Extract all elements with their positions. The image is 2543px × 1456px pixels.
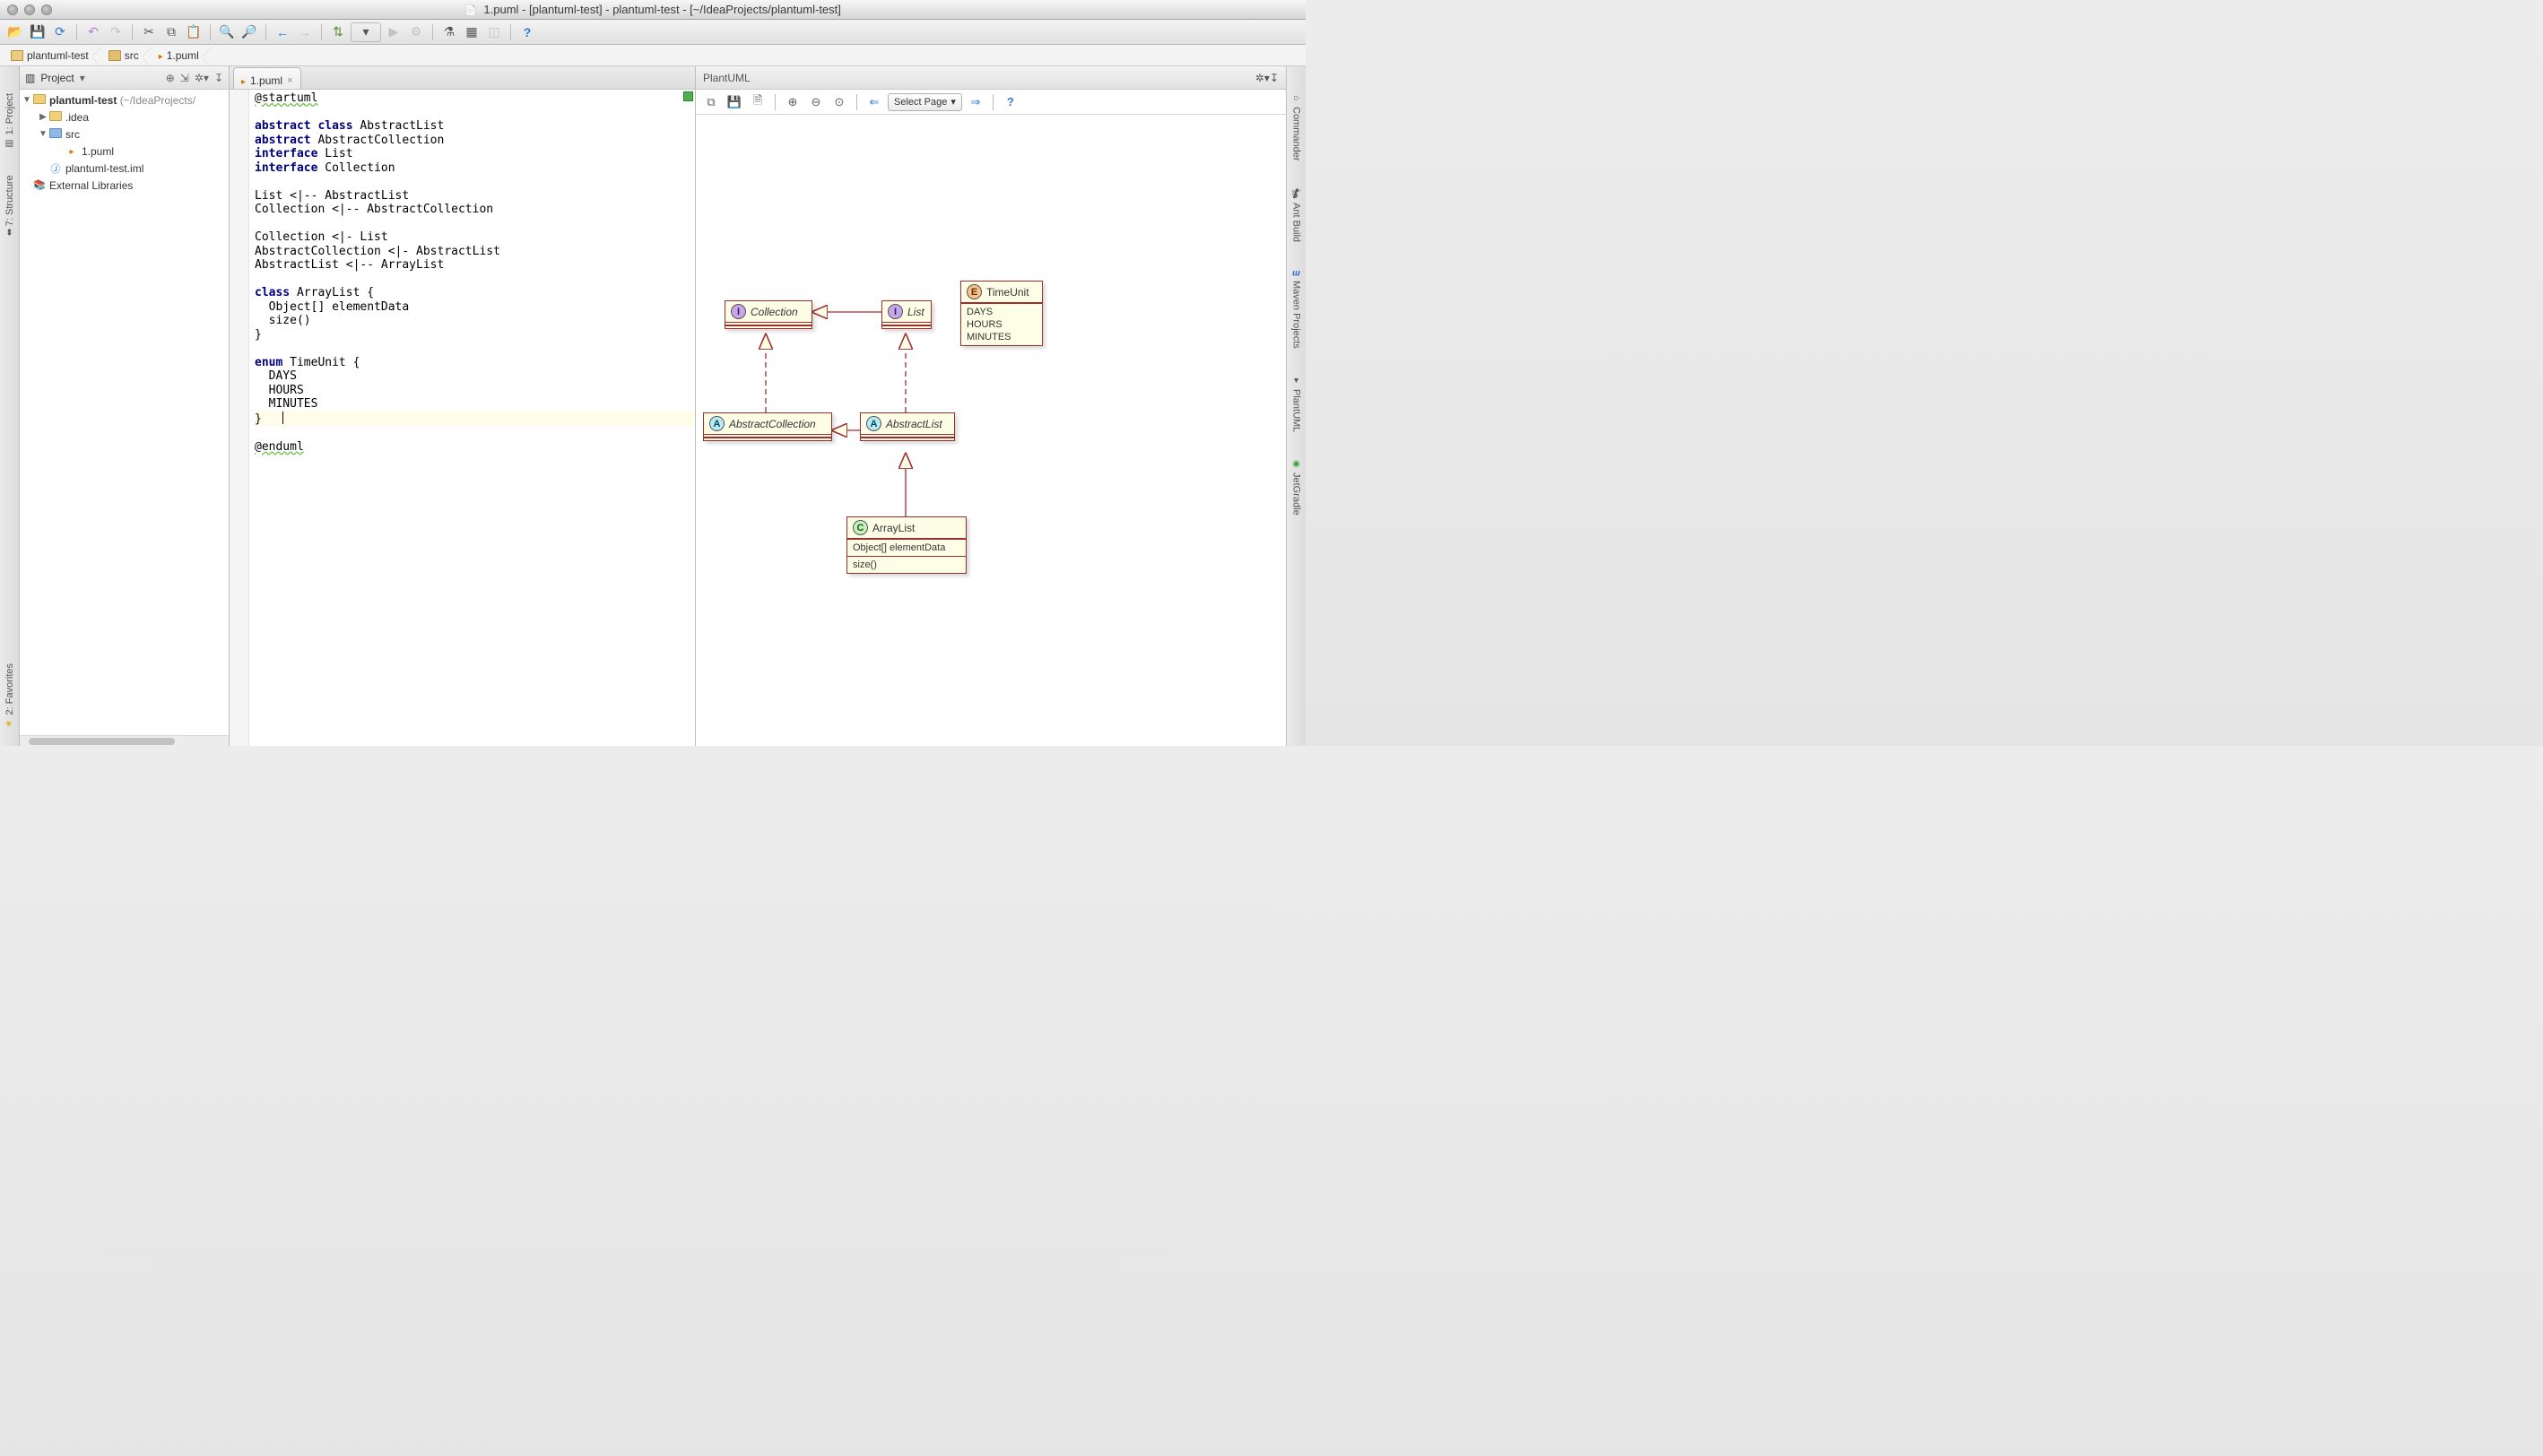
uml-collection[interactable]: ICollection (725, 300, 812, 329)
left-tool-strip: ▥1: Project ⬍7: Structure ★2: Favorites (0, 66, 20, 746)
save-diagram-button[interactable]: 💾 (725, 92, 744, 112)
tab-favorites[interactable]: ★2: Favorites (4, 663, 15, 728)
text-caret (282, 412, 283, 424)
tree-file-puml[interactable]: 1.puml (20, 143, 229, 160)
right-tool-strip: ⌂Commander 🐜Ant Build mMaven Projects ▸P… (1286, 66, 1306, 746)
undo-button[interactable]: ↶ (83, 22, 103, 42)
find-button[interactable]: 🔍 (217, 22, 237, 42)
editor-tabs: 1.puml × (230, 66, 695, 90)
sync-button[interactable]: ⟳ (50, 22, 70, 42)
panel-title-icon: ▥ (25, 72, 35, 84)
plantuml-hide-icon[interactable]: ↧ (1270, 72, 1279, 84)
zoom-window-button[interactable] (41, 4, 52, 15)
main-toolbar: 📂 💾 ⟳ ↶ ↷ ✂ ⧉ 📋 🔍 🔎 ← → ⇅ ▾ ▶ ⚙ ⚗ ▦ ◫ ? (0, 20, 1306, 45)
zoom-reset-button[interactable]: ⊙ (829, 92, 849, 112)
tree-root[interactable]: ▼ plantuml-test (~/IdeaProjects/ (20, 91, 229, 108)
tab-commander[interactable]: ⌂Commander (1291, 93, 1302, 161)
plantuml-tool-window: PlantUML ✲▾ ↧ ⧉ 💾 🗎 ⊕ ⊖ ⊙ ⇐ Select Page▾… (696, 66, 1286, 746)
window-titlebar: 1.puml - [plantuml-test] - plantuml-test… (0, 0, 1306, 20)
inspection-status-icon[interactable] (683, 91, 693, 101)
next-page-button[interactable]: ⇒ (966, 92, 985, 112)
window-title: 1.puml - [plantuml-test] - plantuml-test… (0, 3, 1306, 16)
uml-abstractlist[interactable]: AAbstractList (860, 412, 955, 441)
coverage-button[interactable]: ⚗ (439, 22, 459, 42)
tree-idea[interactable]: ▶.idea (20, 108, 229, 126)
select-page-combo[interactable]: Select Page▾ (888, 93, 962, 111)
redo-button[interactable]: ↷ (106, 22, 126, 42)
crumb-project[interactable]: plantuml-test (4, 47, 101, 65)
panel-title: Project (40, 72, 74, 84)
export-diagram-button[interactable]: 🗎 (748, 92, 768, 112)
editor-area: 1.puml × @startuml abstract class Abstra… (230, 66, 696, 746)
chevron-down-icon: ▾ (950, 96, 956, 108)
plantuml-toolbar: ⧉ 💾 🗎 ⊕ ⊖ ⊙ ⇐ Select Page▾ ⇒ ? (696, 90, 1286, 115)
breadcrumb: plantuml-test src 1.puml (0, 45, 1306, 66)
copy-diagram-button[interactable]: ⧉ (701, 92, 721, 112)
tab-structure[interactable]: ⬍7: Structure (4, 175, 15, 237)
dropdown-icon[interactable]: ▾ (80, 72, 85, 84)
paste-button[interactable]: 📋 (184, 22, 204, 42)
prev-page-button[interactable]: ⇐ (864, 92, 884, 112)
uml-arraylist[interactable]: CArrayList Object[] elementData size() (846, 516, 967, 574)
help-button[interactable]: ? (517, 22, 537, 42)
close-tab-icon[interactable]: × (287, 75, 292, 86)
code-editor[interactable]: @startuml abstract class AbstractList ab… (230, 90, 695, 746)
code-content[interactable]: @startuml abstract class AbstractList ab… (230, 90, 695, 454)
project-tree[interactable]: ▼ plantuml-test (~/IdeaProjects/ ▶.idea … (20, 90, 229, 735)
uml-list[interactable]: IList (881, 300, 932, 329)
file-icon (241, 74, 246, 87)
crumb-src[interactable]: src (101, 47, 152, 65)
plantuml-settings-icon[interactable]: ✲▾ (1255, 72, 1270, 84)
tree-src[interactable]: ▼src (20, 126, 229, 143)
debug-button[interactable]: ⚙ (406, 22, 426, 42)
locate-icon[interactable]: ⊕ (166, 72, 175, 84)
uml-diagram[interactable]: ICollection IList ETimeUnit DAYS HOURS M… (696, 115, 1286, 746)
document-icon (464, 3, 481, 16)
minimize-window-button[interactable] (24, 4, 35, 15)
hide-icon[interactable]: ↧ (214, 72, 223, 84)
plantuml-title: PlantUML (703, 72, 751, 84)
run-config-combo[interactable]: ▾ (351, 22, 381, 42)
back-button[interactable]: ← (273, 22, 292, 42)
zoom-in-button[interactable]: ⊕ (783, 92, 803, 112)
collapse-icon[interactable]: ⇲ (180, 72, 189, 84)
structure-button[interactable]: ▦ (462, 22, 482, 42)
cut-button[interactable]: ✂ (139, 22, 159, 42)
build-button[interactable]: ⇅ (328, 22, 348, 42)
tab-ant-build[interactable]: 🐜Ant Build (1291, 188, 1302, 242)
uml-abstractcollection[interactable]: AAbstractCollection (703, 412, 832, 441)
project-panel-header: ▥ Project ▾ ⊕ ⇲ ✲▾ ↧ (20, 66, 229, 90)
diff-button[interactable]: ◫ (484, 22, 504, 42)
copy-button[interactable]: ⧉ (161, 22, 181, 42)
close-window-button[interactable] (7, 4, 18, 15)
save-button[interactable]: 💾 (28, 22, 48, 42)
open-file-button[interactable]: 📂 (5, 22, 25, 42)
plantuml-header: PlantUML ✲▾ ↧ (696, 66, 1286, 90)
settings-icon[interactable]: ✲▾ (195, 72, 209, 84)
tab-plantuml[interactable]: ▸PlantUML (1291, 376, 1302, 432)
tab-project[interactable]: ▥1: Project (4, 93, 15, 148)
editor-tab-1puml[interactable]: 1.puml × (233, 67, 301, 89)
window-controls[interactable] (0, 4, 52, 15)
zoom-out-button[interactable]: ⊖ (806, 92, 826, 112)
tab-jetgradle[interactable]: ◉JetGradle (1291, 459, 1302, 516)
project-tool-window: ▥ Project ▾ ⊕ ⇲ ✲▾ ↧ ▼ plantuml-test (~/… (20, 66, 230, 746)
run-button[interactable]: ▶ (384, 22, 404, 42)
tab-maven[interactable]: mMaven Projects (1291, 269, 1302, 349)
plantuml-help-button[interactable]: ? (1001, 92, 1020, 112)
uml-timeunit[interactable]: ETimeUnit DAYS HOURS MINUTES (960, 281, 1043, 346)
editor-gutter (230, 90, 249, 746)
tree-iml[interactable]: Ⓙplantuml-test.iml (20, 160, 229, 177)
forward-button[interactable]: → (295, 22, 315, 42)
crumb-file[interactable]: 1.puml (152, 47, 212, 65)
replace-button[interactable]: 🔎 (239, 22, 259, 42)
tree-extlib[interactable]: 📚External Libraries (20, 177, 229, 194)
horizontal-scrollbar[interactable] (20, 735, 229, 746)
